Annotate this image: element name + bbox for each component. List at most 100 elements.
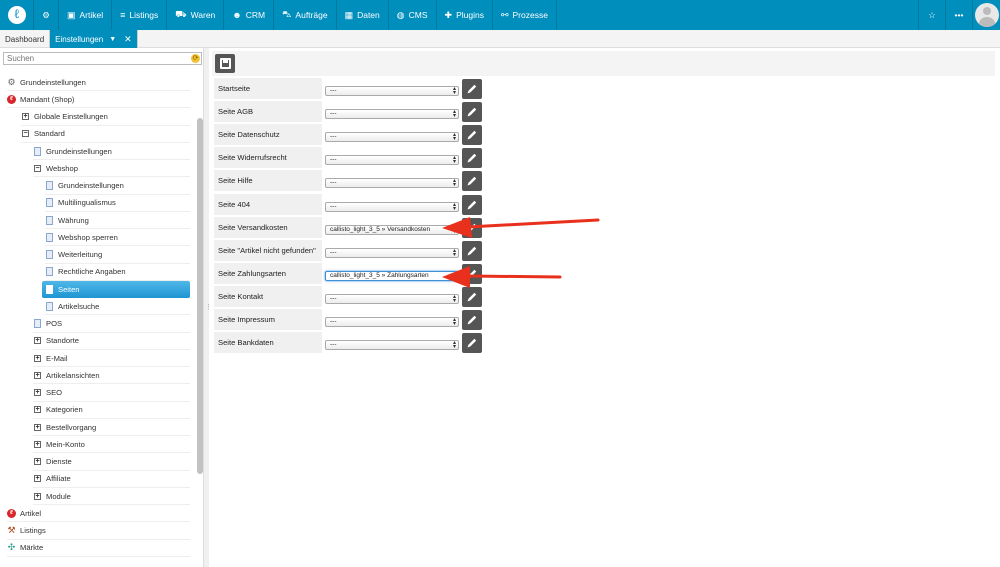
edit-page-button[interactable]: [462, 240, 482, 261]
save-button[interactable]: [215, 54, 235, 73]
plus-box-icon[interactable]: +: [33, 405, 42, 414]
page-select[interactable]: --- ▴ ▾: [325, 293, 459, 304]
edit-page-button[interactable]: [462, 194, 482, 215]
edit-page-button[interactable]: [462, 125, 482, 146]
tree-item[interactable]: Grundeinstellungen: [33, 143, 190, 160]
plus-box-icon[interactable]: +: [33, 423, 42, 432]
tree-item[interactable]: + Globale Einstellungen: [21, 109, 190, 126]
puzzle-icon: ✚: [444, 9, 453, 20]
edit-page-button[interactable]: [462, 310, 482, 330]
content-toolbar: [212, 51, 995, 76]
tree-item-label: Bestellvorgang: [46, 422, 97, 432]
page-select[interactable]: --- ▴ ▾: [325, 201, 459, 212]
tree-item[interactable]: ℓ Mandant (Shop): [7, 91, 190, 109]
tree-item[interactable]: + Bestellvorgang: [33, 419, 190, 436]
tree-item[interactable]: Multilingualismus: [45, 195, 190, 212]
tree-item[interactable]: Grundeinstellungen: [45, 178, 190, 195]
minus-box-icon[interactable]: −: [33, 164, 42, 173]
tree-item[interactable]: − Webshop: [33, 160, 190, 178]
nav-item-listings[interactable]: ≡ Listings: [112, 0, 168, 30]
chevron-down-icon[interactable]: ▼: [109, 36, 116, 43]
pane-splitter[interactable]: ⋮: [203, 48, 212, 567]
page-select[interactable]: --- ▴ ▾: [325, 132, 459, 143]
nav-item-aufträge[interactable]: ⛍ Aufträge: [274, 0, 337, 30]
tree-item[interactable]: ⚒ Listings: [7, 523, 190, 540]
tree-item[interactable]: + Kategorien: [33, 402, 190, 419]
nav-item-daten[interactable]: ▦ Daten: [337, 0, 389, 30]
plus-box-icon[interactable]: +: [33, 336, 42, 345]
plus-box-icon[interactable]: +: [33, 457, 42, 466]
truck-icon: ⛟: [175, 9, 187, 19]
edit-page-button[interactable]: [462, 102, 482, 123]
tree-item[interactable]: + SEO: [33, 385, 190, 402]
tree-item[interactable]: Seiten: [42, 281, 190, 298]
select-arrows-icon: ▴▾: [452, 178, 456, 189]
user-menu[interactable]: [972, 0, 1000, 30]
nav-item-label: Waren: [190, 10, 216, 20]
tree-item[interactable]: Rechtliche Angaben: [45, 264, 190, 281]
tree-item[interactable]: + Affiliate: [33, 471, 190, 488]
page-select[interactable]: --- ▴ ▾: [325, 340, 459, 351]
tree-item[interactable]: + Standorte: [33, 333, 190, 350]
tree-item[interactable]: + Mein-Konto: [33, 436, 190, 454]
plus-box-icon[interactable]: +: [33, 492, 42, 501]
tab-einstellungen[interactable]: Einstellungen ▼ ✕: [50, 30, 138, 48]
plus-box-icon[interactable]: +: [33, 388, 42, 397]
tree-item[interactable]: Währung: [45, 212, 190, 229]
nav-item-prozesse[interactable]: ⚯ Prozesse: [493, 0, 557, 30]
page-select[interactable]: callisto_light_3_5 » Zahlungsarten▴▾: [325, 270, 459, 281]
tree-item-label: Module: [46, 491, 71, 501]
select-arrows-icon: ▴▾: [452, 293, 456, 304]
tree-item[interactable]: + Module: [33, 488, 190, 505]
plus-box-icon[interactable]: +: [33, 440, 42, 449]
plenty-logo[interactable]: ℓ: [0, 0, 34, 30]
document-icon: [45, 250, 54, 259]
more-menu-button[interactable]: •••: [945, 0, 972, 30]
nav-item-label: Listings: [129, 10, 159, 20]
settings-gear-button[interactable]: ⚙: [34, 0, 59, 30]
plus-box-icon[interactable]: +: [33, 474, 42, 483]
plenty-icon: ℓ: [7, 508, 16, 518]
tree-item[interactable]: − Standard: [21, 126, 190, 143]
tree-item[interactable]: + Artikelansichten: [33, 367, 190, 385]
setting-label: Seite Impressum: [214, 309, 322, 331]
tree-item[interactable]: + Dienste: [33, 454, 190, 471]
edit-page-button[interactable]: [462, 79, 482, 99]
nav-item-artikel[interactable]: ▣ Artikel: [59, 0, 113, 30]
plus-box-icon[interactable]: +: [33, 371, 42, 380]
tree-item[interactable]: + E-Mail: [33, 350, 190, 367]
tree-item[interactable]: Webshop sperren: [45, 229, 190, 247]
edit-page-button[interactable]: [462, 171, 482, 192]
plus-box-icon[interactable]: +: [33, 354, 42, 363]
edit-page-button[interactable]: [462, 148, 482, 169]
page-select[interactable]: --- ▴ ▾: [325, 247, 459, 258]
search-input[interactable]: [3, 52, 202, 65]
minus-box-icon[interactable]: −: [21, 129, 30, 138]
search-clear-icon[interactable]: ⟳: [191, 54, 200, 63]
tree-item[interactable]: ⚙ Grundeinstellungen: [7, 74, 190, 91]
nav-item-cms[interactable]: ◍ CMS: [389, 0, 437, 30]
tree-item[interactable]: Weiterleitung: [45, 247, 190, 264]
nav-item-plugins[interactable]: ✚ Plugins: [437, 0, 493, 30]
page-select[interactable]: --- ▴ ▾: [325, 155, 459, 166]
tree-item[interactable]: ✣ Märkte: [7, 540, 190, 557]
plus-box-icon[interactable]: +: [21, 112, 30, 121]
page-select[interactable]: --- ▴ ▾: [325, 109, 459, 120]
page-select[interactable]: --- ▴ ▾: [325, 178, 459, 189]
nav-item-crm[interactable]: ☻ CRM: [224, 0, 275, 30]
close-icon[interactable]: ✕: [124, 34, 132, 45]
nav-item-waren[interactable]: ⛟ Waren: [167, 0, 225, 30]
page-select[interactable]: callisto_light_3_5 » Versandkosten▴▾: [325, 224, 459, 235]
tree-item[interactable]: POS: [33, 316, 190, 333]
favorites-button[interactable]: ☆: [918, 0, 945, 30]
page-select[interactable]: --- ▴ ▾: [325, 317, 459, 327]
document-icon: [45, 181, 54, 190]
tree-item[interactable]: Artikelsuche: [45, 298, 190, 316]
page-select-value: ---: [330, 156, 337, 164]
page-select[interactable]: --- ▴ ▾: [325, 86, 459, 96]
gear-icon: ⚙: [42, 9, 50, 20]
tree-item[interactable]: ℓ Artikel: [7, 505, 190, 523]
users-icon: ☻: [232, 10, 242, 20]
tab-dashboard[interactable]: Dashboard: [0, 30, 51, 48]
edit-page-button[interactable]: [462, 333, 482, 354]
